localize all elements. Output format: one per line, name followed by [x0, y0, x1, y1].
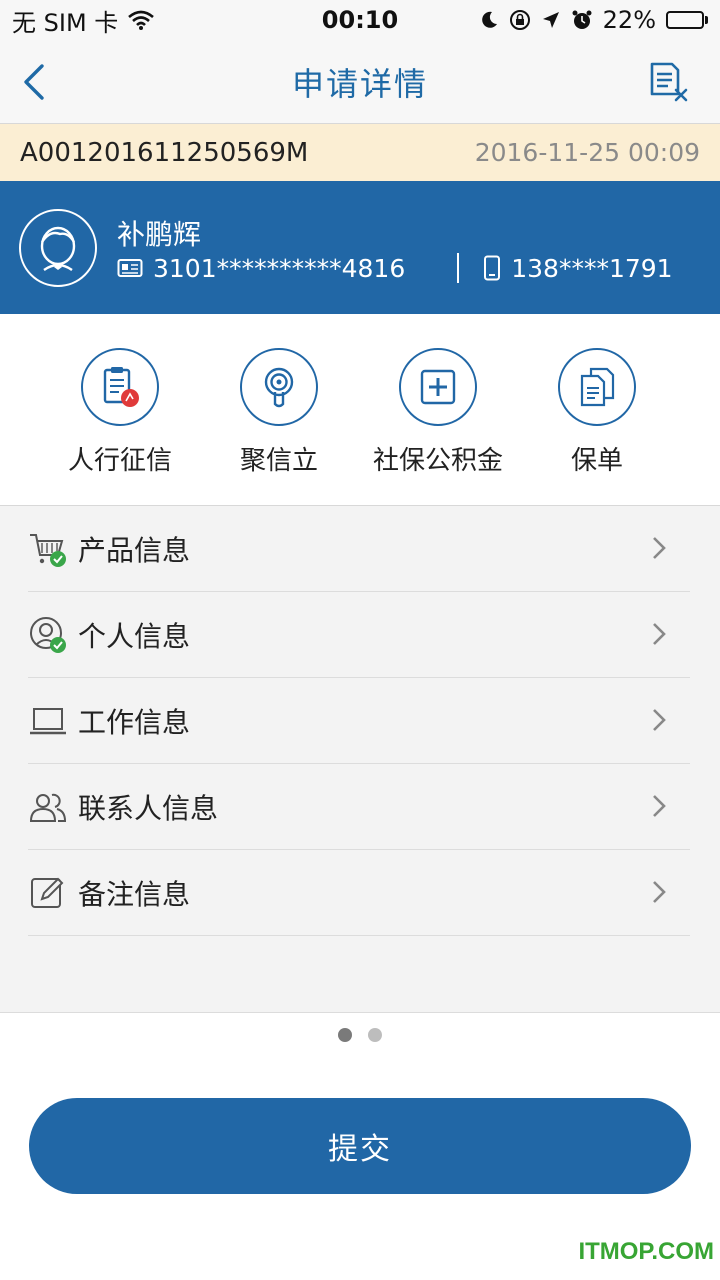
avatar — [19, 209, 97, 287]
battery-icon — [666, 11, 708, 29]
menu-item-contacts[interactable]: 联系人信息 — [28, 764, 690, 850]
pager-divider — [0, 1012, 720, 1013]
id-card-icon — [117, 259, 143, 277]
avatar-icon — [40, 226, 76, 271]
documents-icon — [580, 367, 615, 407]
carrier-label: 无 SIM 卡 — [12, 8, 119, 37]
chevron-right-icon — [653, 709, 666, 731]
status-right: 22% — [479, 6, 708, 34]
quick-link-juxinli[interactable]: 聚信立 — [199, 348, 359, 477]
menu-item-work[interactable]: 工作信息 — [28, 678, 690, 764]
status-left: 无 SIM 卡 — [12, 3, 155, 38]
order-strip: A001201611250569M 2016-11-25 00:09 — [0, 124, 720, 181]
page-dot-1[interactable] — [338, 1028, 352, 1042]
cart-icon — [30, 533, 66, 567]
user-name: 补鹏辉 — [117, 218, 202, 251]
user-id-number: 3101**********4816 — [153, 253, 406, 283]
signal-icon — [264, 367, 294, 408]
chevron-right-icon — [653, 795, 666, 817]
quick-links: 人行征信 聚信立 社保公积金 保单 — [0, 314, 720, 506]
menu-item-personal[interactable]: 个人信息 — [28, 592, 690, 678]
user-phone-segment: 138****1791 — [483, 253, 673, 283]
phone-icon — [484, 255, 501, 281]
clipboard-icon — [103, 367, 139, 407]
wifi-icon — [128, 10, 155, 30]
order-id: A001201611250569M — [20, 137, 309, 168]
check-badge-icon — [50, 636, 66, 653]
quick-link-policy[interactable]: 保单 — [517, 348, 677, 477]
edit-note-icon — [31, 877, 64, 908]
quick-link-label: 人行征信 — [67, 446, 172, 476]
user-divider — [457, 253, 460, 283]
quick-link-credit[interactable]: 人行征信 — [40, 348, 200, 477]
menu-item-product[interactable]: 产品信息 — [28, 506, 690, 592]
battery-percent: 22% — [602, 6, 656, 34]
quick-link-label: 社保公积金 — [372, 446, 503, 476]
person-icon — [30, 616, 66, 653]
menu-item-label: 工作信息 — [78, 705, 191, 739]
info-menu: 产品信息 个人信息 工作信息 联系人信息 备注信息 — [0, 506, 720, 1012]
menu-item-label: 备注信息 — [78, 877, 191, 911]
contacts-icon — [29, 793, 67, 822]
menu-item-notes[interactable]: 备注信息 — [28, 850, 690, 936]
menu-item-label: 联系人信息 — [78, 791, 219, 825]
moon-icon — [481, 11, 497, 28]
nav-bar: 申请详情 — [0, 40, 720, 124]
submit-button[interactable]: 提交 — [29, 1098, 691, 1194]
order-time: 2016-11-25 00:09 — [474, 138, 700, 167]
user-card: 补鹏辉 3101**********4816 138****1791 — [0, 181, 720, 314]
chevron-left-icon[interactable] — [14, 60, 54, 104]
medical-cross-icon — [420, 369, 456, 405]
watermark: ITMOP.COM — [578, 1238, 714, 1265]
badge-icon — [121, 389, 139, 407]
quick-link-label: 保单 — [570, 446, 623, 476]
location-arrow-icon — [542, 12, 559, 28]
page-indicator — [0, 1028, 720, 1042]
page-title: 申请详情 — [291, 64, 428, 103]
quick-link-label: 聚信立 — [239, 446, 318, 476]
quick-link-social-security[interactable]: 社保公积金 — [358, 348, 518, 477]
user-id-segment: 3101**********4816 — [117, 254, 405, 283]
user-phone: 138****1791 — [511, 253, 673, 283]
laptop-icon — [30, 707, 66, 734]
check-badge-icon — [50, 550, 66, 567]
chevron-right-icon — [653, 623, 666, 645]
status-bar: 无 SIM 卡 00:10 22% — [0, 0, 720, 40]
menu-item-label: 产品信息 — [78, 533, 191, 567]
document-cancel-icon[interactable] — [648, 60, 690, 104]
user-details: 3101**********4816 138****1791 — [117, 253, 673, 283]
page-dot-2[interactable] — [368, 1028, 382, 1042]
chevron-right-icon — [653, 881, 666, 903]
chevron-right-icon — [653, 537, 666, 559]
rotation-lock-icon — [509, 10, 530, 30]
menu-item-label: 个人信息 — [78, 619, 191, 653]
alarm-icon — [572, 10, 592, 29]
